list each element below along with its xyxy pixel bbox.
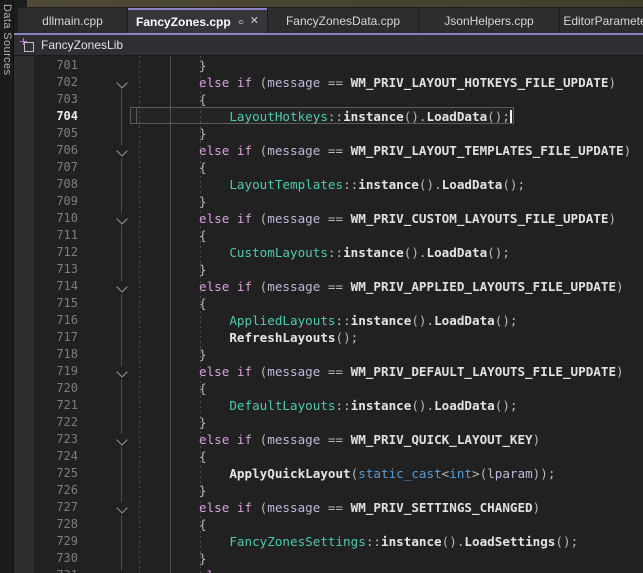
project-icon bbox=[20, 38, 34, 52]
text-cursor bbox=[510, 110, 512, 123]
code-line[interactable]: else if (message == WM_PRIV_DEFAULT_LAYO… bbox=[108, 363, 624, 380]
code-line[interactable]: RefreshLayouts(); bbox=[108, 329, 358, 346]
code-line[interactable]: { bbox=[108, 380, 207, 397]
code-line[interactable]: ApplyQuickLayout(static_cast<int>(lparam… bbox=[108, 465, 555, 482]
code-line[interactable]: CustomLayouts::instance().LoadData(); bbox=[108, 244, 510, 261]
tab-label: FancyZones.cpp bbox=[136, 15, 231, 29]
tab-bar: dllmain.cpp FancyZones.cpp ✕ FancyZonesData… bbox=[18, 8, 643, 33]
code-line[interactable]: else if (message == WM_PRIV_QUICK_LAYOUT… bbox=[108, 431, 540, 448]
code-line[interactable]: { bbox=[108, 227, 207, 244]
tab-editorparamete[interactable]: EditorParamete bbox=[560, 8, 643, 33]
code-line[interactable]: } bbox=[108, 193, 207, 210]
code-line[interactable]: } bbox=[108, 550, 207, 567]
close-icon[interactable]: ✕ bbox=[250, 16, 259, 27]
code-line[interactable]: AppliedLayouts::instance().LoadData(); bbox=[108, 312, 518, 329]
code-line[interactable]: FancyZonesSettings::instance().LoadSetti… bbox=[108, 533, 578, 550]
navigation-bar[interactable]: FancyZonesLib bbox=[14, 35, 643, 56]
code-line[interactable]: { bbox=[108, 91, 207, 108]
code-line[interactable]: LayoutTemplates::instance().LoadData(); bbox=[108, 176, 525, 193]
code-line[interactable]: { bbox=[108, 516, 207, 533]
document-tab-well: dllmain.cpp FancyZones.cpp ✕ FancyZonesData… bbox=[13, 7, 643, 33]
code-line[interactable]: } bbox=[108, 346, 207, 363]
tab-fancyzonesdata-cpp[interactable]: FancyZonesData.cpp bbox=[268, 8, 418, 33]
code-line[interactable]: } bbox=[108, 482, 207, 499]
code-line[interactable]: else bbox=[108, 567, 229, 573]
code-line[interactable]: { bbox=[108, 448, 207, 465]
code-line[interactable]: } bbox=[108, 261, 207, 278]
window-top-strip bbox=[0, 0, 643, 7]
code-line[interactable]: else if (message == WM_PRIV_CUSTOM_LAYOU… bbox=[108, 210, 616, 227]
tab-jsonhelpers-cpp[interactable]: JsonHelpers.cpp bbox=[419, 8, 559, 33]
pin-icon[interactable] bbox=[237, 16, 244, 28]
code-line[interactable]: { bbox=[108, 159, 207, 176]
code-line[interactable]: } bbox=[108, 57, 207, 74]
tool-window-tab-strip: Data Sources bbox=[0, 0, 14, 573]
code-line[interactable]: { bbox=[108, 295, 207, 312]
code-line[interactable]: } bbox=[108, 125, 207, 142]
code-line[interactable]: else if (message == WM_PRIV_LAYOUT_TEMPL… bbox=[108, 142, 631, 159]
code-line[interactable]: LayoutHotkeys::instance().LoadData(); bbox=[108, 108, 510, 125]
tab-fancyzones-cpp[interactable]: FancyZones.cpp ✕ bbox=[128, 8, 267, 33]
code-line[interactable]: else if (message == WM_PRIV_LAYOUT_HOTKE… bbox=[108, 74, 616, 91]
code-line[interactable]: DefaultLayouts::instance().LoadData(); bbox=[108, 397, 518, 414]
code-line[interactable]: else if (message == WM_PRIV_SETTINGS_CHA… bbox=[108, 499, 540, 516]
project-dropdown[interactable]: FancyZonesLib bbox=[41, 38, 123, 52]
tab-label: EditorParamete bbox=[563, 14, 643, 28]
toolbar-edge bbox=[27, 0, 643, 7]
code-editor[interactable]: 7017027037047057067077087097107117127137… bbox=[14, 56, 643, 573]
tab-dllmain-cpp[interactable]: dllmain.cpp bbox=[18, 8, 127, 33]
tab-label: FancyZonesData.cpp bbox=[286, 14, 400, 28]
code-area[interactable]: } else if (message == WM_PRIV_LAYOUT_HOT… bbox=[14, 56, 643, 573]
tab-label: JsonHelpers.cpp bbox=[444, 14, 533, 28]
tab-label: dllmain.cpp bbox=[42, 14, 103, 28]
code-line[interactable]: } bbox=[108, 414, 207, 431]
code-line[interactable]: else if (message == WM_PRIV_APPLIED_LAYO… bbox=[108, 278, 624, 295]
tool-tab-data-sources[interactable]: Data Sources bbox=[1, 4, 13, 75]
